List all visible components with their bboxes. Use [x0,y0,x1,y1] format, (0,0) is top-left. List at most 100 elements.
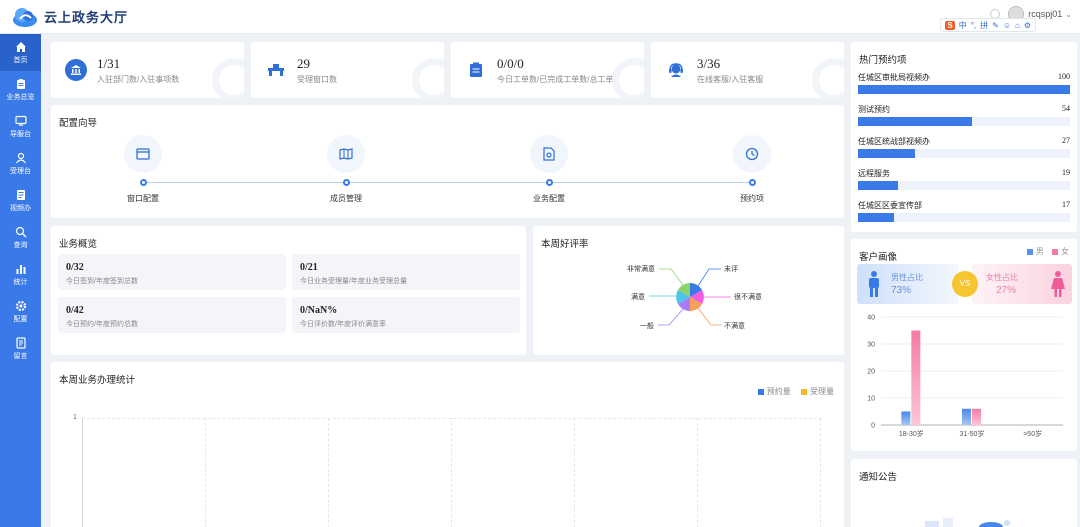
hot-item-fill [858,213,895,222]
ime-pen-icon[interactable]: ✎ [992,21,999,30]
x-tick-label: >50岁 [1023,429,1042,438]
stat-card-departments: 1/31 入驻部门数/入驻事项数 [51,42,244,98]
bar-male [962,408,971,425]
stat-value: 29 [297,55,310,71]
top-header: 云上政务大厅 rcqspj01 ⌄ S 中 °, 拼 ✎ ☺ ⌂ ⚙ [0,0,1080,34]
sidebar-item-guide-desk[interactable]: 导服台 [0,108,41,145]
hot-item-fill [858,85,1070,94]
guide-step-window[interactable]: 窗口配置 [108,135,178,204]
leader-line [697,307,722,326]
hot-item-name: 任城区区委宣传部 [858,201,922,210]
hot-item-count: 54 [1062,104,1070,113]
sidebar-item-label: 统计 [13,278,28,286]
grid-line [820,418,821,527]
stat-card-service: 3/36 在线客服/入驻客服 [651,42,844,98]
bar-chart-icon [16,264,25,274]
gender-legend: 男 女 [1026,246,1069,257]
hot-item[interactable]: 任城区区委宣传部 17 [858,200,1070,222]
ime-toolbox-icon[interactable]: ⌂ [1015,21,1020,30]
vs-badge: VS [952,271,978,297]
leader-line [658,308,684,326]
ime-toolbar[interactable]: S 中 °, 拼 ✎ ☺ ⌂ ⚙ [940,18,1036,32]
legend-label[interactable]: 男 [1036,247,1044,256]
gear-icon [15,300,26,311]
step-label: 窗口配置 [127,194,159,203]
x-tick-label: 31-50岁 [960,429,985,438]
ime-punct-toggle[interactable]: °, [971,21,976,30]
decoration [412,58,444,98]
app-logo[interactable]: 云上政务大厅 [12,6,128,28]
hot-item-bar [858,85,1070,94]
bar-male [901,411,911,425]
ime-chinese-toggle[interactable]: 中 [959,20,967,31]
hot-appointments-panel: 热门预约项 任城区审批局视频办 100 测试预约 54 任城区统战部视频办 27… [851,42,1077,232]
guide-step-members[interactable]: 成员管理 [311,135,381,204]
ime-logo[interactable]: S [945,20,955,30]
hot-item[interactable]: 任城区统战部视频办 27 [858,136,1070,158]
sidebar-item-messages[interactable]: 留言 [0,330,41,367]
weekly-rating-panel: 本周好评率 非常满意 未评 满意 很不满意 一般 不满意 [533,226,844,355]
settings-doc-icon [530,135,568,173]
guide-step-appointment[interactable]: 预约项 [717,135,787,204]
overview-desc: 今日评价数/年度评价满意率 [300,321,386,328]
y-tick-label: 1 [73,414,77,421]
stat-value: 0/0/0 [497,55,524,71]
business-overview-panel: 业务概览 0/32 今日签到/年度签到总数 0/21 今日业务受理量/年度业务受… [51,226,526,355]
female-figure-icon [1051,271,1065,297]
hot-item-name: 任城区统战部视频办 [858,137,930,146]
hot-item[interactable]: 远程服务 19 [858,168,1070,190]
clock-icon [733,135,771,173]
y-tick-label: 40 [867,315,875,322]
document-icon [16,189,25,200]
hot-item[interactable]: 任城区审批局视频办 100 [858,72,1070,94]
ime-settings-icon[interactable]: ⚙ [1024,21,1031,30]
step-label: 成员管理 [330,194,362,203]
y-tick-label: 20 [867,369,875,376]
overview-value: 0/21 [300,262,318,273]
decoration [812,58,844,98]
hot-item-count: 27 [1062,136,1070,145]
notice-illustration-art [925,518,1010,527]
sidebar-item-label: 查询 [13,241,28,249]
notice-illustration [921,515,1017,527]
overview-desc: 今日业务受理量/年度业务受理总量 [300,278,407,285]
clipboard-icon [16,78,25,89]
legend-swatch [801,388,807,395]
chevron-down-icon[interactable]: ⌄ [1065,10,1072,19]
window-icon [124,135,162,173]
ime-emoji-icon[interactable]: ☺ [1003,21,1011,30]
section-title: 本周业务办理统计 [59,375,136,386]
hot-item-count: 17 [1062,200,1070,209]
sidebar-item-label: 业务总览 [6,93,35,101]
guide-step-business[interactable]: 业务配置 [514,135,584,204]
sidebar-item-home[interactable]: 首页 [0,34,41,71]
hot-item-bar [858,213,1070,222]
hot-item-fill [858,117,973,126]
ime-pinyin[interactable]: 拼 [980,20,988,31]
legend-label[interactable]: 预约量 [767,387,791,396]
sidebar-item-video[interactable]: 视频办 [0,182,41,219]
pie-label: 满意 [631,292,645,301]
grid-line [328,418,329,527]
notice-panel: 通知公告 [851,459,1077,527]
age-bar-chart: 0 10 20 30 40 18-30岁 31-50岁 >50岁 [867,315,1063,438]
legend-label[interactable]: 受理量 [810,387,834,396]
hot-item[interactable]: 测试预约 54 [858,104,1070,126]
sidebar-item-config[interactable]: 配置 [0,293,41,330]
sidebar-item-overview[interactable]: 业务总览 [0,71,41,108]
section-title: 配置向导 [59,118,98,129]
stat-label: 入驻部门数/入驻事项数 [97,74,180,84]
config-guide-panel: 配置向导 窗口配置 成员管理 业务配置 预约项 [51,105,844,218]
pie-label: 未评 [724,264,738,273]
hot-item-fill [858,149,916,158]
overview-value: 0/42 [66,305,84,316]
sidebar-item-statistics[interactable]: 统计 [0,256,41,293]
hot-item-bar [858,117,1070,126]
rating-pie: 非常满意 未评 满意 很不满意 一般 不满意 [627,264,762,330]
legend-label[interactable]: 女 [1061,247,1069,256]
sidebar-item-query[interactable]: 查询 [0,219,41,256]
sidebar-item-label: 视频办 [10,204,31,212]
sidebar-item-reception[interactable]: 受理台 [0,145,41,182]
counter-icon [265,59,287,81]
hot-item-name: 远程服务 [858,169,890,178]
